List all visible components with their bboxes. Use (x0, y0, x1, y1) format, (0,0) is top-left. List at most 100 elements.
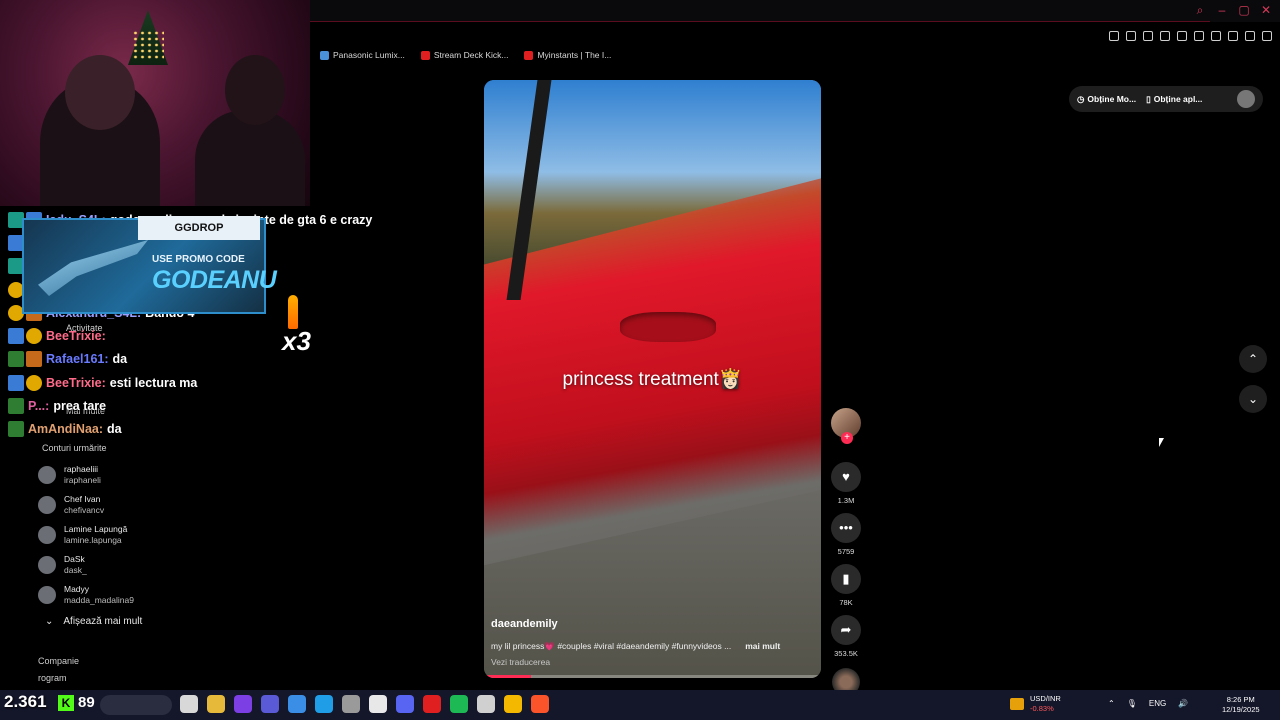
maximize-icon[interactable]: ▢ (1238, 4, 1250, 16)
taskbar-app-icon[interactable] (207, 695, 225, 713)
previous-video-button[interactable]: ⌃ (1239, 345, 1267, 373)
browser-toolbar (1109, 31, 1272, 41)
taskbar-app-icon[interactable] (261, 695, 279, 713)
menu-icon[interactable] (1262, 31, 1272, 41)
taskbar-app-icon[interactable] (342, 695, 360, 713)
chat-text: da (107, 422, 122, 437)
list-item[interactable]: raphaeliii iraphaneli (38, 460, 268, 490)
next-video-button[interactable]: ⌄ (1239, 385, 1267, 413)
title-bar-divider (310, 21, 1210, 22)
save-count: 78K (839, 598, 853, 607)
language-indicator[interactable]: ENG (1149, 699, 1166, 708)
badge-icon (8, 328, 24, 345)
follow-handle: lamine.lapunga (64, 535, 122, 545)
bookmark-stream-deck[interactable]: Stream Deck Kick... (420, 50, 509, 60)
clock-date: 12/19/2025 (1222, 705, 1260, 714)
pin-icon[interactable] (1109, 31, 1119, 41)
taskbar-app-icon[interactable] (288, 695, 306, 713)
sidebar-company-label[interactable]: Companie (38, 656, 79, 666)
volume-icon[interactable]: 🔊 (1178, 699, 1188, 708)
taskbar-app-icon[interactable] (369, 695, 387, 713)
clock-time: 8:26 PM (1226, 695, 1255, 704)
heart-icon[interactable]: ♥ (831, 462, 861, 492)
ticker-name: USD/INR (1030, 694, 1061, 703)
tab-icon[interactable] (1126, 31, 1136, 41)
chat-badges (8, 351, 42, 368)
taskbar-app-icon[interactable] (477, 695, 495, 713)
taskbar-app-icon[interactable] (396, 695, 414, 713)
chat-username: BeeTrixie: (46, 375, 106, 390)
list-item[interactable]: Chef Ivan chefivancv (38, 490, 268, 520)
ticker-change: -0.83% (1030, 704, 1054, 713)
get-app-button[interactable]: ▯ Obține apl... (1146, 94, 1202, 105)
search-icon[interactable]: ⌕ (1194, 4, 1206, 16)
bookmark-myinstants[interactable]: Myinstants | The I... (524, 50, 611, 60)
play-icon[interactable] (1177, 31, 1187, 41)
multiplier-label: x3 (282, 326, 311, 356)
taskbar-search[interactable] (100, 695, 172, 715)
avatar (38, 466, 56, 484)
bookmarks-bar: Panasonic Lumix... Stream Deck Kick... M… (320, 50, 611, 60)
followed-accounts: raphaeliii iraphaneli Chef Ivan chefivancv… (38, 460, 268, 610)
bookmark-label: Myinstants | The I... (537, 50, 612, 60)
follow-handle: madda_madalina9 (64, 595, 134, 605)
badge-icon (8, 351, 24, 368)
video-progress[interactable] (484, 675, 821, 678)
list-item[interactable]: Lamine Lapungă lamine.lapunga (38, 520, 268, 550)
subscriber-count: 2.361 (4, 692, 47, 711)
sidebar-program-label[interactable]: rogram (38, 673, 67, 683)
taskbar-clock[interactable]: 8:26 PM 12/19/2025 (1222, 695, 1260, 715)
share-icon[interactable]: ➦ (831, 615, 861, 645)
taskbar-app-icon[interactable] (315, 695, 333, 713)
badge-icon (8, 398, 24, 415)
chevron-up-icon[interactable]: ⌃ (1108, 699, 1115, 708)
taskbar-app-icon[interactable] (531, 695, 549, 713)
taskbar-app-icon[interactable] (234, 695, 252, 713)
chat-username: BeeTrixie: (46, 329, 106, 344)
follow-name: Madyy (64, 584, 90, 594)
currency-widget[interactable]: USD/INR -0.83% (1010, 694, 1061, 714)
follow-plus-icon[interactable]: + (841, 432, 853, 444)
close-icon[interactable]: ✕ (1260, 4, 1272, 16)
list-item[interactable]: Madyy madda_madalina9 (38, 580, 268, 610)
creator-avatar[interactable]: + (831, 408, 861, 444)
chat-message: P...: prea tare (8, 394, 428, 417)
avatar (38, 496, 56, 514)
heart-icon[interactable] (1194, 31, 1204, 41)
extensions-icon[interactable] (1211, 31, 1221, 41)
video-author[interactable]: daeandemily (491, 618, 558, 630)
taskbar-app-icon[interactable] (180, 695, 198, 713)
chat-message: BeeTrixie: esti lectura ma (8, 371, 428, 394)
shield-icon[interactable] (1143, 31, 1153, 41)
minimize-icon[interactable]: – (1216, 4, 1228, 16)
bookmark-panasonic[interactable]: Panasonic Lumix... (320, 50, 405, 60)
show-more-button[interactable]: ⌄ Afișează mai mult (45, 616, 142, 627)
follow-name: raphaeliii (64, 464, 99, 474)
taskbar-app-icon[interactable] (450, 695, 468, 713)
share-count: 353.5K (834, 649, 858, 658)
video-player[interactable]: princess treatment👸🏻 daeandemily my lil … (484, 80, 821, 678)
kick-viewer-count: K 89 (58, 694, 95, 711)
more-button[interactable]: mai mult (745, 641, 780, 652)
avatar[interactable] (1237, 90, 1255, 108)
guest-head (225, 55, 285, 125)
taskbar-app-icon[interactable] (504, 695, 522, 713)
mouse-cursor (1159, 438, 1164, 447)
microphone-icon[interactable]: 🎙 (1127, 699, 1137, 708)
like-count: 1.3M (837, 496, 855, 505)
list-item[interactable]: DaSk dask_ (38, 550, 268, 580)
translate-icon[interactable] (1160, 31, 1170, 41)
share-icon[interactable] (1228, 31, 1238, 41)
translate-link[interactable]: Vezi traducerea (491, 657, 550, 667)
chat-username: AmAndiNaa: (28, 422, 104, 437)
comment-icon[interactable]: ••• (831, 513, 861, 543)
download-icon[interactable] (1245, 31, 1255, 41)
taskbar-app-icon[interactable] (423, 695, 441, 713)
get-mode-button[interactable]: ◷ Obține Mo... (1077, 94, 1136, 105)
webcam-overlay (0, 0, 310, 206)
bookmark-icon[interactable]: ▮ (831, 564, 861, 594)
chat-username: Rafael161: (46, 352, 109, 367)
bookmark-label: Stream Deck Kick... (433, 50, 509, 60)
chat-badges (8, 374, 42, 391)
chevron-down-icon: ⌄ (45, 616, 54, 627)
